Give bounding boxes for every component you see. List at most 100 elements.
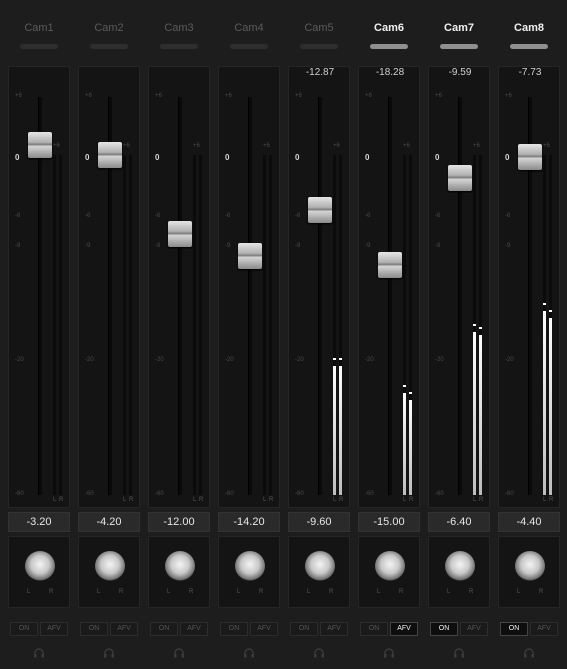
scale-label: -9 xyxy=(435,243,441,249)
headphones-icon[interactable] xyxy=(523,648,535,658)
gain-value[interactable]: -15.00 xyxy=(358,512,420,532)
fader-knob[interactable] xyxy=(28,132,52,159)
headphones-icon[interactable] xyxy=(453,648,465,658)
scale-label: 0 xyxy=(365,153,370,162)
balance-knob[interactable] xyxy=(445,551,475,581)
balance-knob[interactable] xyxy=(515,551,545,581)
fader-knob[interactable] xyxy=(448,164,472,191)
on-afv-buttons: ON AFV xyxy=(290,622,348,636)
scale-label: 0 xyxy=(15,153,20,162)
headphones-icon[interactable] xyxy=(313,648,325,658)
meter-fill xyxy=(339,365,342,495)
afv-button[interactable]: AFV xyxy=(180,622,208,636)
gain-value[interactable]: -4.40 xyxy=(498,512,560,532)
fader-track xyxy=(388,97,392,495)
fader-panel: +6 0 -6 -9 -20 -60 +6 L R xyxy=(218,66,280,508)
meter-left-label: L xyxy=(123,497,127,503)
scale-label: -6 xyxy=(295,213,301,219)
meter-peak-hold xyxy=(333,357,336,360)
balance-knob[interactable] xyxy=(95,551,125,581)
meter-peak-hold xyxy=(473,323,476,326)
scale-label: -20 xyxy=(435,357,444,363)
fader-knob[interactable] xyxy=(98,142,122,169)
channel-name[interactable]: Cam8 xyxy=(498,22,560,34)
balance-panel: LR xyxy=(358,536,420,608)
scale-label: +6 xyxy=(85,93,92,99)
channel-strip-cam4: Cam4 +6 0 -6 -9 -20 -60 +6 L R -14.20 L R ON AFV xyxy=(218,0,280,669)
channel-name[interactable]: Cam1 xyxy=(8,22,70,34)
channel-name[interactable]: Cam7 xyxy=(428,22,490,34)
balance-left-label: L xyxy=(237,589,241,595)
channel-name[interactable]: Cam3 xyxy=(148,22,210,34)
scale-label: -9 xyxy=(155,243,161,249)
channel-name[interactable]: Cam6 xyxy=(358,22,420,34)
afv-button[interactable]: AFV xyxy=(250,622,278,636)
balance-knob[interactable] xyxy=(165,551,195,581)
scale-label: -60 xyxy=(365,491,374,497)
afv-button[interactable]: AFV xyxy=(530,622,558,636)
fader-panel: -12.87 +6 0 -6 -9 -20 -60 +6 L R xyxy=(288,66,350,508)
level-meter-right xyxy=(269,155,272,495)
meter-peak-hold xyxy=(403,385,406,387)
channel-name[interactable]: Cam4 xyxy=(218,22,280,34)
balance-knob[interactable] xyxy=(25,551,55,581)
scale-label: +6 xyxy=(295,93,302,99)
on-button[interactable]: ON xyxy=(150,622,178,636)
meter-right-label: R xyxy=(129,497,134,503)
meter-left-label: L xyxy=(53,497,57,503)
headphones-icon[interactable] xyxy=(243,648,255,658)
fader-knob[interactable] xyxy=(238,243,262,270)
level-meter-left xyxy=(193,155,196,495)
fader-panel: -7.73 +6 0 -6 -9 -20 -60 +6 L R xyxy=(498,66,560,508)
gain-value[interactable]: -4.20 xyxy=(78,512,140,532)
gain-value[interactable]: -3.20 xyxy=(8,512,70,532)
scale-label: 0 xyxy=(85,153,90,162)
headphones-icon[interactable] xyxy=(383,648,395,658)
headphones-icon[interactable] xyxy=(173,648,185,658)
afv-button[interactable]: AFV xyxy=(40,622,68,636)
balance-panel: LR xyxy=(218,536,280,608)
scale-label: -20 xyxy=(505,357,514,363)
balance-right-label: R xyxy=(539,589,544,595)
balance-knob[interactable] xyxy=(375,551,405,581)
level-meter-right xyxy=(59,155,62,495)
fader-knob[interactable] xyxy=(168,221,192,248)
peak-level-readout: -9.59 xyxy=(448,67,472,78)
afv-button[interactable]: AFV xyxy=(390,622,418,636)
on-button[interactable]: ON xyxy=(360,622,388,636)
meter-peak-hold xyxy=(549,310,552,313)
balance-knob[interactable] xyxy=(305,551,335,581)
scale-label: 0 xyxy=(225,153,230,162)
on-button[interactable]: ON xyxy=(220,622,248,636)
scale-label: +6 xyxy=(155,93,162,99)
afv-button[interactable]: AFV xyxy=(460,622,488,636)
balance-knob[interactable] xyxy=(235,551,265,581)
gain-value[interactable]: -6.40 xyxy=(428,512,490,532)
on-button[interactable]: ON xyxy=(10,622,38,636)
peak-level-readout: -18.28 xyxy=(375,67,405,78)
balance-right-label: R xyxy=(469,589,474,595)
fader-knob[interactable] xyxy=(308,196,332,223)
fader-knob[interactable] xyxy=(378,251,402,278)
gain-value[interactable]: -14.20 xyxy=(218,512,280,532)
tally-indicator xyxy=(370,44,408,49)
scale-label: -20 xyxy=(295,357,304,363)
on-button[interactable]: ON xyxy=(430,622,458,636)
on-button[interactable]: ON xyxy=(290,622,318,636)
headphones-icon[interactable] xyxy=(103,648,115,658)
gain-value[interactable]: -12.00 xyxy=(148,512,210,532)
tally-indicator xyxy=(20,44,58,49)
fader-track xyxy=(318,97,322,495)
channel-name[interactable]: Cam2 xyxy=(78,22,140,34)
headphones-icon[interactable] xyxy=(33,648,45,658)
afv-button[interactable]: AFV xyxy=(320,622,348,636)
channel-strip-cam5: Cam5 -12.87 +6 0 -6 -9 -20 -60 +6 L R -9.60 L R ON AFV xyxy=(288,0,350,669)
on-button[interactable]: ON xyxy=(80,622,108,636)
afv-button[interactable]: AFV xyxy=(110,622,138,636)
channel-strip-cam7: Cam7 -9.59 +6 0 -6 -9 -20 -60 +6 L R -6.40 L R ON AFV xyxy=(428,0,490,669)
gain-value[interactable]: -9.60 xyxy=(288,512,350,532)
fader-knob[interactable] xyxy=(518,144,542,171)
channel-name[interactable]: Cam5 xyxy=(288,22,350,34)
scale-label: -20 xyxy=(15,357,24,363)
on-button[interactable]: ON xyxy=(500,622,528,636)
